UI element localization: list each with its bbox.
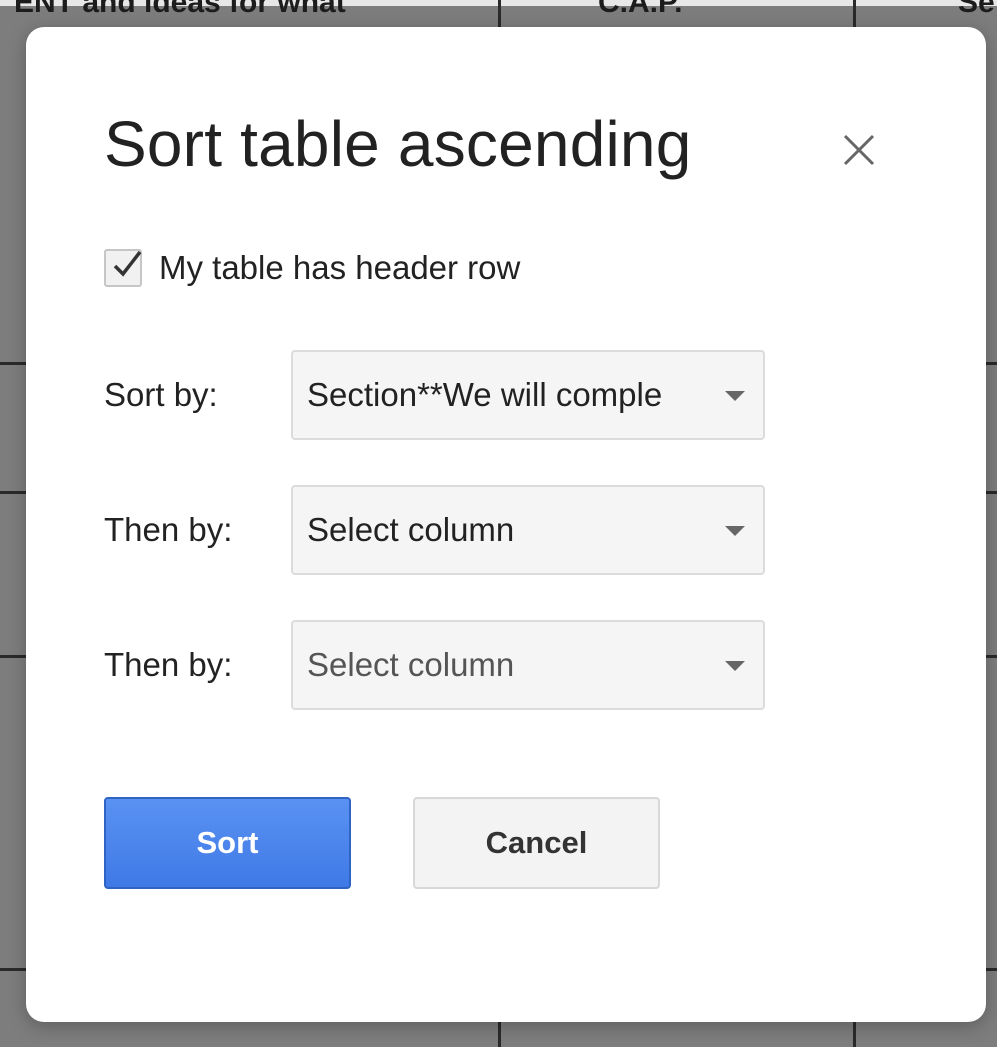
dropdown-arrow-icon — [725, 661, 745, 671]
sort-by-select[interactable]: Section**We will comple — [291, 350, 765, 440]
sort-by-label: Sort by: — [104, 376, 218, 413]
then-by-value-2: Select column — [307, 646, 515, 683]
header-row-checkbox[interactable] — [104, 249, 142, 287]
close-button[interactable] — [831, 122, 887, 178]
checkmark-icon — [113, 250, 142, 277]
background-text-2: C.A.P. — [598, 0, 683, 19]
sort-by-row: Sort by: Section**We will comple — [104, 350, 765, 440]
then-by-value-1: Select column — [307, 511, 515, 548]
then-by-row-2: Then by: Select column — [104, 620, 765, 710]
background-text-1: ENT and ideas for what — [14, 0, 346, 19]
header-row-option: My table has header row — [104, 249, 520, 287]
sort-by-value: Section**We will comple — [307, 376, 663, 413]
header-row-label: My table has header row — [159, 249, 521, 286]
sort-table-dialog: Sort table ascending My table has header… — [26, 27, 986, 1022]
dialog-title: Sort table ascending — [104, 108, 692, 180]
then-by-row-1: Then by: Select column — [104, 485, 765, 575]
then-by-label-2: Then by: — [104, 646, 233, 683]
then-by-select-1[interactable]: Select column — [291, 485, 765, 575]
dropdown-arrow-icon — [725, 526, 745, 536]
dropdown-arrow-icon — [725, 391, 745, 401]
then-by-select-2[interactable]: Select column — [291, 620, 765, 710]
sort-button[interactable]: Sort — [104, 797, 351, 889]
background-text-3: Se — [958, 0, 995, 19]
then-by-label-1: Then by: — [104, 511, 233, 548]
close-icon — [843, 134, 875, 166]
cancel-button[interactable]: Cancel — [413, 797, 660, 889]
